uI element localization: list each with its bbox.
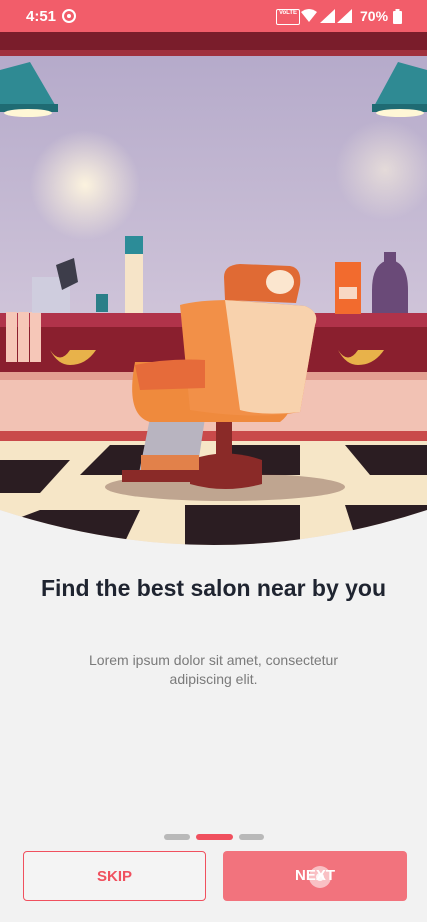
onboarding-subtitle: Lorem ipsum dolor sit amet, consectetur … <box>89 652 338 687</box>
touch-indicator <box>309 866 331 888</box>
page-dot <box>164 834 190 840</box>
wifi-icon <box>301 9 317 22</box>
page-dot <box>239 834 264 840</box>
salon-illustration <box>0 32 427 545</box>
status-time: 4:51 <box>26 8 57 25</box>
signal-icon <box>320 9 335 23</box>
battery-percentage: 70% <box>360 8 389 24</box>
onboarding-title: Find the best salon near by you <box>40 575 387 601</box>
signal-icon <box>337 9 352 23</box>
battery-icon <box>393 9 402 24</box>
skip-button[interactable]: SKIP <box>23 851 206 901</box>
volte-icon: VoLTE <box>276 9 300 25</box>
status-bar: 4:51 VoLTE 70% <box>0 0 427 32</box>
page-indicator <box>164 834 264 840</box>
page-dot-active <box>196 834 233 840</box>
target-icon <box>62 9 76 23</box>
